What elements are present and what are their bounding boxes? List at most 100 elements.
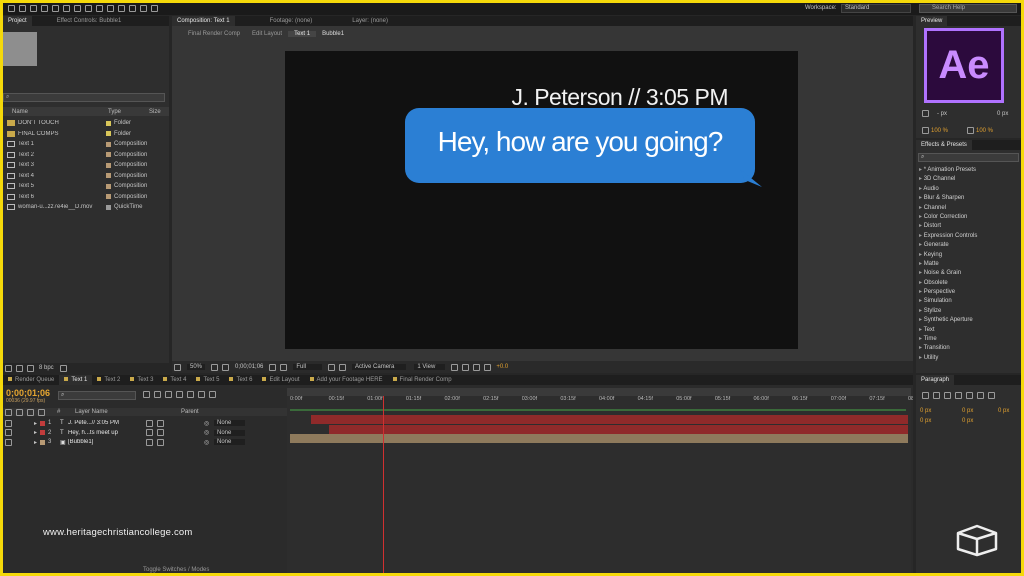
justify-left-icon[interactable] [955,392,962,399]
effects-category[interactable]: Noise & Grain [919,269,1019,278]
switch-icon[interactable] [157,438,164,446]
always-preview-icon[interactable] [174,363,181,371]
space-before-field[interactable]: 0 px [920,418,931,424]
comp-timecode[interactable]: 0;00;01;06 [235,364,263,370]
frame-blend-icon[interactable] [176,391,183,398]
list-item[interactable]: Text 4 Composition [3,171,169,182]
space-after-field[interactable]: 0 px [962,418,973,424]
effects-category[interactable]: Audio [919,185,1019,194]
label-color-chip[interactable] [106,162,111,168]
timeline-tab[interactable]: Text 3 [125,375,158,385]
shy-icon[interactable] [165,391,172,398]
list-item[interactable]: Text 5 Composition [3,181,169,192]
timeline-tab[interactable]: Text 4 [158,375,191,385]
breadcrumb-item[interactable]: Bubble1 [316,31,350,37]
effects-category[interactable]: Blur & Sharpen [919,194,1019,203]
puppet-tool-icon[interactable] [151,5,158,12]
timeline-tab[interactable]: Text 6 [224,375,257,385]
col-name[interactable]: Name [12,109,108,115]
layer-duration-bar[interactable] [310,415,908,424]
layer-name[interactable]: [Bubble1] [68,439,144,445]
comp-mini-flowchart-icon[interactable] [143,391,150,398]
label-color-chip[interactable] [106,204,111,210]
effects-category[interactable]: Time [919,335,1019,344]
pan-tool-icon[interactable] [63,5,70,12]
label-color-chip[interactable] [106,141,111,147]
list-item[interactable]: Text 3 Composition [3,160,169,171]
search-help-input[interactable]: Search Help [919,4,1017,13]
selection-tool-icon[interactable] [8,5,15,12]
color-icon[interactable] [280,363,288,371]
pen-tool-icon[interactable] [85,5,92,12]
timeline-tab[interactable]: Text 5 [191,375,224,385]
tab-effects-presets[interactable]: Effects & Presets [916,140,972,150]
col-layer-name[interactable]: Layer Name [75,409,165,415]
fast-preview-icon[interactable] [451,363,459,371]
list-item[interactable]: DON'T TOUCH Folder [3,118,169,129]
motion-blur-icon[interactable] [187,391,194,398]
table-row[interactable]: ▸ 2 T Hey, h...ts meet up ◎ None [3,428,287,438]
camera-icon[interactable] [269,363,277,371]
project-search-input[interactable]: ⌕ [3,93,165,102]
comp-canvas[interactable]: J. Peterson // 3:05 PM Hey, how are you … [285,51,798,349]
effects-search-input[interactable]: ⌕ [918,153,1019,162]
new-comp-icon[interactable] [27,364,34,372]
indent-first-field[interactable]: 0 px [998,408,1009,414]
brush-tool-icon[interactable] [107,5,114,12]
effects-category[interactable]: Synthetic Aperture [919,316,1019,325]
effects-category[interactable]: 3D Channel [919,175,1019,184]
region-icon[interactable] [328,363,336,371]
tab-layer[interactable]: Layer: (none) [347,16,393,26]
mask-icon[interactable] [222,363,230,371]
tab-composition[interactable]: Composition: Text 1 [172,16,235,26]
timeline-tab[interactable]: Final Render Comp [388,375,457,385]
timeline-tab[interactable]: Text 1 [59,375,93,385]
pickwhip-icon[interactable]: ◎ [204,420,214,427]
label-color-chip[interactable] [106,120,111,126]
flowchart-icon[interactable] [473,363,481,371]
tab-paragraph[interactable]: Paragraph [916,375,955,385]
exposure-value[interactable]: +0.0 [496,364,508,370]
effects-category[interactable]: Channel [919,204,1019,213]
hand-tool-icon[interactable] [19,5,26,12]
draft-3d-icon[interactable] [154,391,161,398]
exposure-icon[interactable] [484,363,492,371]
time-ruler[interactable]: 0:00f 00:15f 01:00f 01:15f 02:00f 02:15f 03:00… [287,396,913,408]
col-size[interactable]: Size [149,109,161,115]
clone-tool-icon[interactable] [118,5,125,12]
effects-category[interactable]: Color Correction [919,213,1019,222]
bpc-label[interactable]: 8 bpc [39,365,54,371]
camera-tool-icon[interactable] [52,5,59,12]
camera-select[interactable]: Active Camera [352,364,407,370]
tab-effect-controls[interactable]: Effect Controls: Bubble1 [52,16,127,26]
switch-icon[interactable] [157,419,164,427]
effects-category[interactable]: Distort [919,222,1019,231]
breadcrumb-item[interactable]: Final Render Comp [182,31,246,37]
effects-category[interactable]: Keying [919,251,1019,260]
parent-select[interactable]: None [214,439,246,445]
label-color-chip[interactable] [106,131,111,137]
effects-category[interactable]: Obsolete [919,279,1019,288]
timeline-timecode[interactable]: 0;00;01;06 [6,388,50,398]
resolution-select[interactable]: Full [293,364,323,370]
visibility-icon[interactable] [5,429,12,436]
label-color-chip[interactable] [106,173,111,179]
label-color-chip[interactable] [106,183,111,189]
label-color-chip[interactable] [40,420,45,426]
align-left-icon[interactable] [922,392,929,399]
tab-project[interactable]: Project [3,16,32,26]
workspace-select[interactable]: Standard [841,4,911,13]
parent-select[interactable]: None [214,420,246,426]
justify-right-icon[interactable] [977,392,984,399]
switch-icon[interactable] [146,419,153,427]
label-color-chip[interactable] [106,152,111,158]
visibility-icon[interactable] [5,438,12,446]
parent-select[interactable]: None [214,429,246,436]
table-row[interactable]: ▸ 3 ▣ [Bubble1] ◎ None [3,437,287,447]
timeline-tab[interactable]: Edit Layout [257,375,304,385]
effects-category[interactable]: * Animation Presets [919,166,1019,175]
type-tool-icon[interactable] [96,5,103,12]
label-color-chip[interactable] [40,439,45,445]
switch-icon[interactable] [146,438,153,446]
indent-left-field[interactable]: 0 px [920,408,931,414]
